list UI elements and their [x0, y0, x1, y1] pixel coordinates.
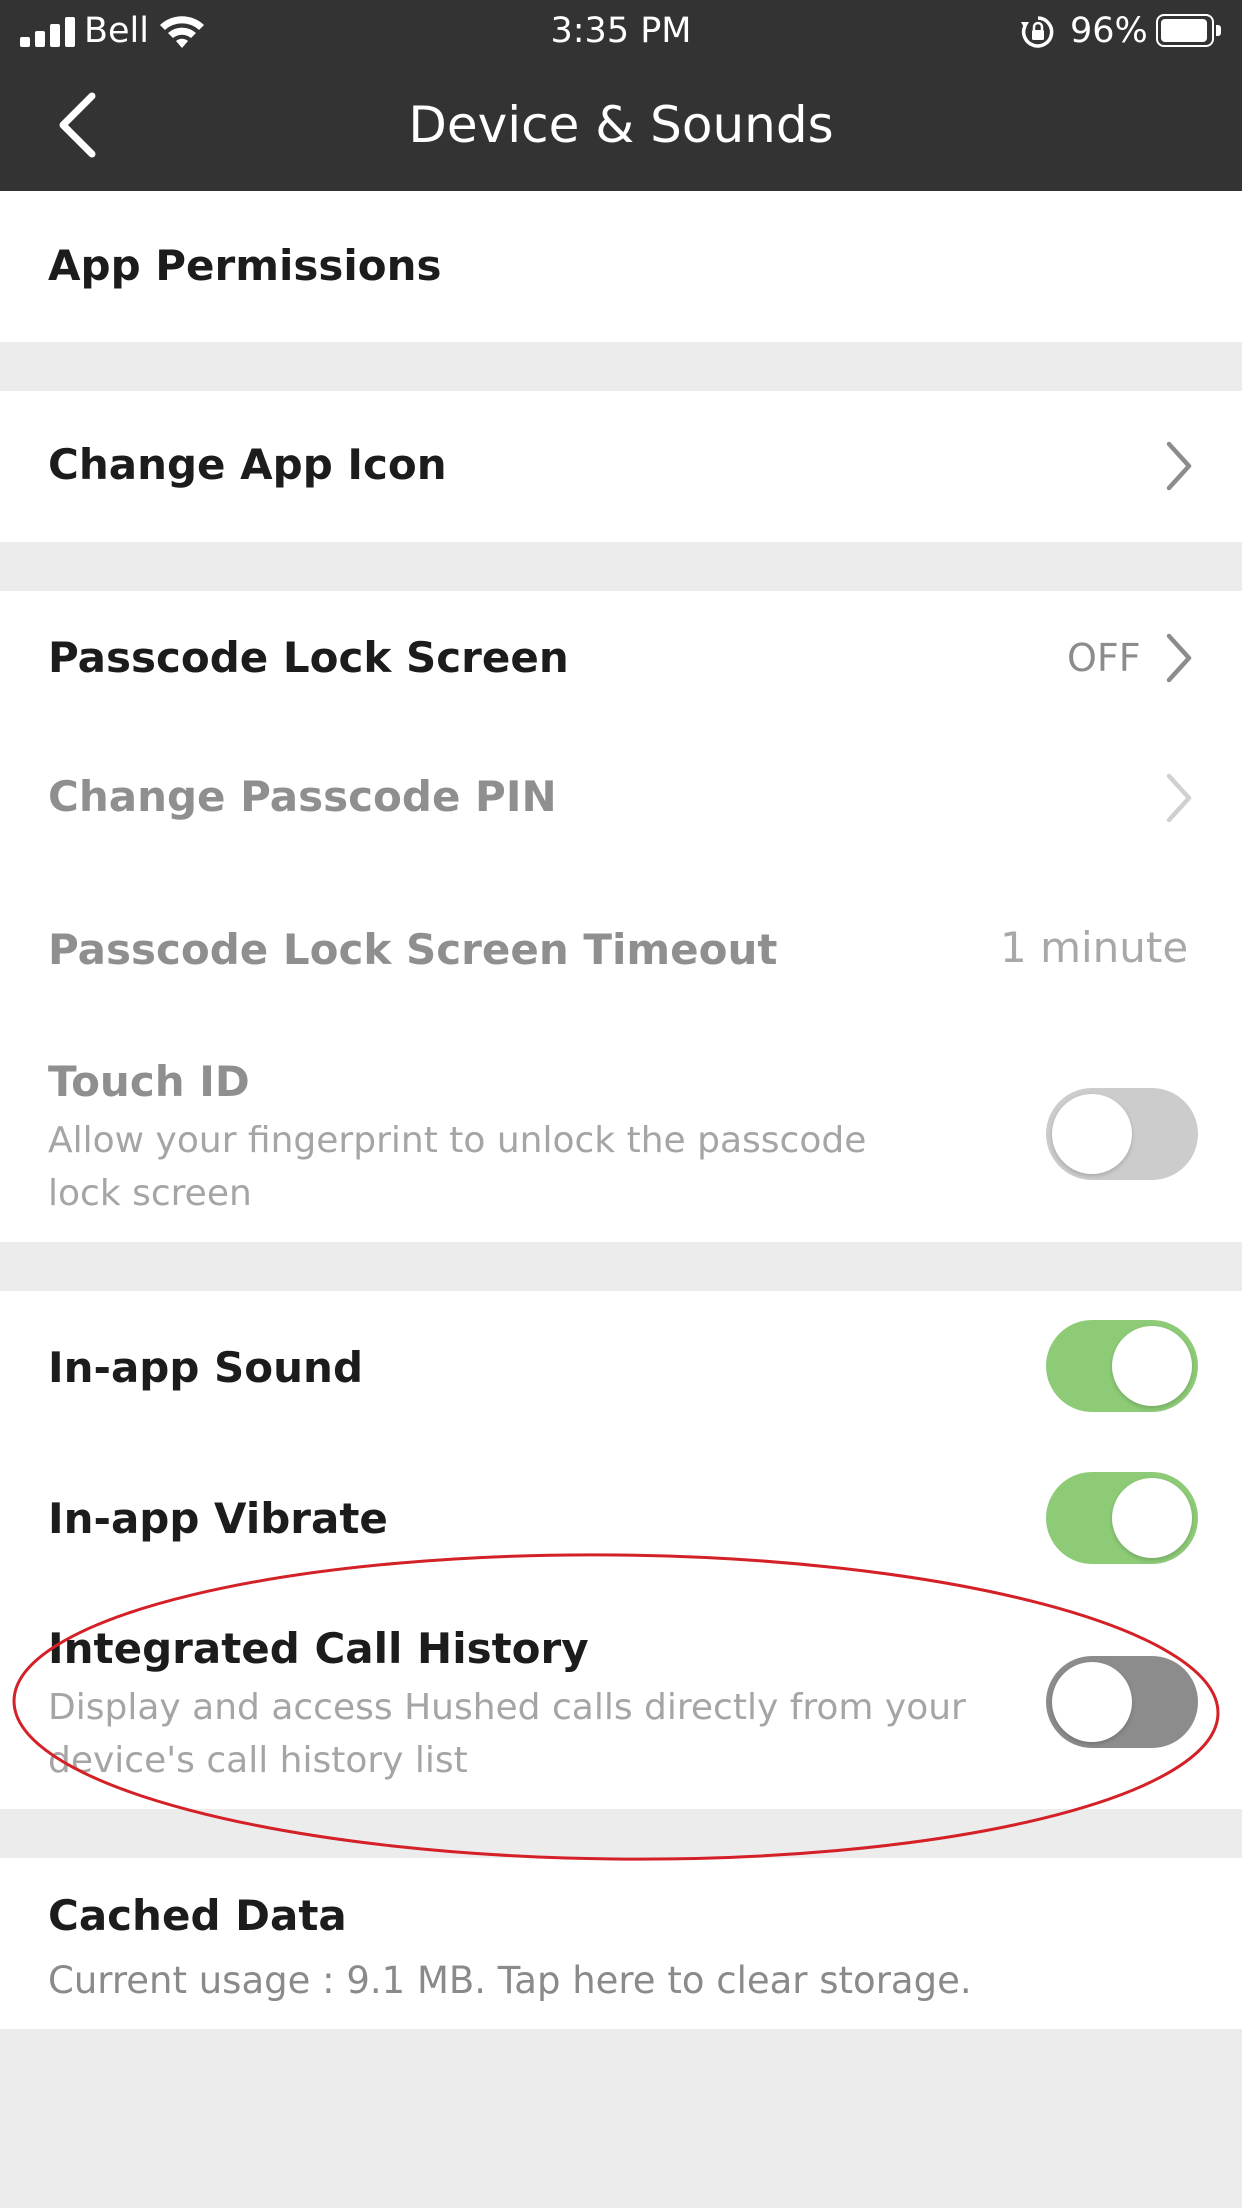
- chevron-right-icon: [1166, 773, 1192, 823]
- in-app-sound-label: In-app Sound: [48, 1343, 364, 1392]
- cached-data-description: Current usage : 9.1 MB. Tap here to clea…: [48, 1959, 972, 2002]
- change-passcode-pin-label: Change Passcode PIN: [48, 772, 557, 821]
- integrated-call-history-description: Display and access Hushed calls directly…: [48, 1687, 966, 1781]
- rotation-lock-icon: [1021, 16, 1054, 48]
- cached-data-label: Cached Data: [48, 1891, 347, 1940]
- battery-percent: 96%: [1070, 11, 1148, 51]
- page-title: Device & Sounds: [408, 96, 834, 154]
- touch-id-description: Allow your fingerprint to unlock the pas…: [48, 1120, 867, 1214]
- integrated-call-history-label: Integrated Call History: [48, 1624, 589, 1673]
- chevron-right-icon: [1166, 441, 1192, 491]
- battery-icon: [1156, 14, 1222, 47]
- in-app-vibrate-label: In-app Vibrate: [48, 1494, 388, 1543]
- passcode-lock-screen-label: Passcode Lock Screen: [48, 633, 569, 682]
- app-permissions-label: App Permissions: [48, 241, 442, 290]
- chevron-right-icon: [1166, 633, 1192, 683]
- passcode-lock-screen-value: OFF: [1067, 636, 1141, 680]
- touch-id-label: Touch ID: [48, 1057, 250, 1106]
- passcode-timeout-value: 1 minute: [1000, 923, 1189, 972]
- passcode-timeout-label: Passcode Lock Screen Timeout: [48, 925, 778, 974]
- in-app-sound-toggle[interactable]: [1046, 1320, 1198, 1412]
- in-app-vibrate-toggle[interactable]: [1046, 1472, 1198, 1564]
- touch-id-toggle[interactable]: [1046, 1088, 1198, 1180]
- integrated-call-history-toggle[interactable]: [1046, 1656, 1198, 1748]
- change-app-icon-label: Change App Icon: [48, 440, 447, 489]
